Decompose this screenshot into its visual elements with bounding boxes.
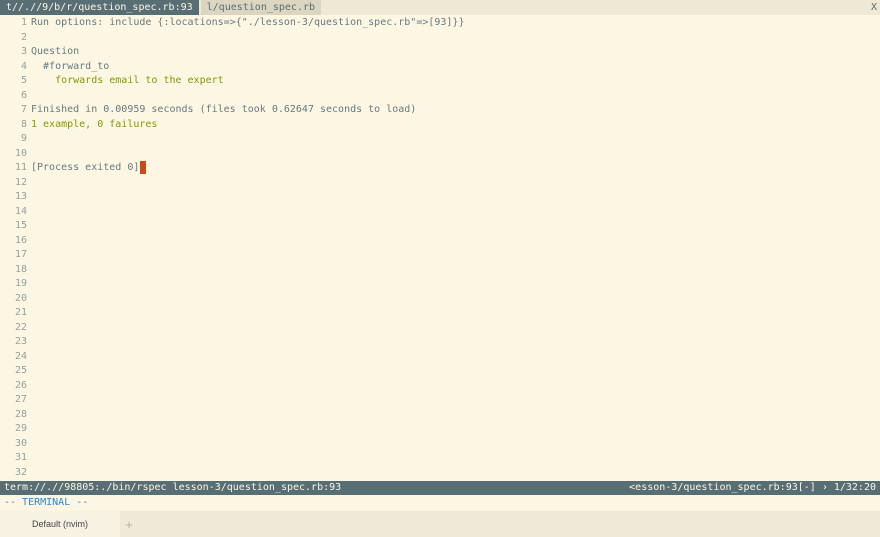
line-number: 24 <box>14 350 27 362</box>
buffer-line: 19 <box>0 277 880 292</box>
line-number: 26 <box>14 379 27 391</box>
tab-question-spec-file[interactable]: l/question_spec.rb <box>200 0 322 15</box>
buffer-line: 28 <box>0 408 880 423</box>
line-number: 14 <box>14 205 27 217</box>
line-number: 6 <box>20 89 27 101</box>
line-number: 25 <box>14 365 27 376</box>
line-text: [Process exited 0] <box>31 162 140 173</box>
line-number: 29 <box>14 423 27 434</box>
line-number: 9 <box>20 133 27 144</box>
line-number: 3 <box>20 46 27 57</box>
buffer-line: 30 <box>0 437 880 452</box>
line-number: 4 <box>20 60 27 72</box>
line-number: 19 <box>14 278 27 289</box>
line-number: 15 <box>14 220 27 231</box>
buffer-line: 21 <box>0 306 880 321</box>
buffer-line: 5 forwards email to the expert <box>0 74 880 89</box>
mode-indicator: -- TERMINAL -- <box>4 497 89 508</box>
buffer-line: 32 <box>0 466 880 481</box>
line-number: 11 <box>14 162 27 173</box>
line-text: #forward_to <box>31 60 110 72</box>
line-number: 28 <box>14 408 27 420</box>
buffer-line: 4 #forward_to <box>0 60 880 75</box>
add-tab-icon[interactable]: + <box>120 511 138 537</box>
buffer-line: 8 1 example, 0 failures <box>0 118 880 133</box>
buffer-line: 6 <box>0 89 880 104</box>
statusline-filename: term://.//98805:./bin/rspec lesson-3/que… <box>4 482 342 493</box>
line-text: 1 example, 0 failures <box>31 118 158 130</box>
buffer-line: 20 <box>0 292 880 307</box>
buffer-line: 17 <box>0 248 880 263</box>
line-number: 7 <box>20 104 27 115</box>
buffer-line: 18 <box>0 263 880 278</box>
line-number: 32 <box>14 466 27 478</box>
buffer-line: 7 Finished in 0.00959 seconds (files took… <box>0 103 880 118</box>
buffer-line: 22 <box>0 321 880 336</box>
line-number: 8 <box>20 118 27 130</box>
buffer-line: 27 <box>0 393 880 408</box>
statusline: term://.//98805:./bin/rspec lesson-3/que… <box>0 481 880 495</box>
buffer-line: 23 <box>0 335 880 350</box>
line-number: 1 <box>20 17 27 28</box>
buffer-line: 1 Run options: include {:locations=>{"./l… <box>0 16 880 31</box>
buffer-line: 29 <box>0 422 880 437</box>
terminal-tab-bar: Default (nvim) + <box>0 511 880 537</box>
terminal-tab-default[interactable]: Default (nvim) <box>0 511 120 537</box>
buffer-line: 2 <box>0 31 880 46</box>
terminal-tab-label: Default (nvim) <box>31 519 88 529</box>
buffer-line: 11 [Process exited 0] <box>0 161 880 176</box>
buffer-line: 26 <box>0 379 880 394</box>
line-number: 12 <box>14 176 27 188</box>
line-number: 21 <box>14 307 27 318</box>
tab-question-spec-terminal[interactable]: t//.//9/b/r/question_spec.rb:93 <box>0 0 199 15</box>
close-icon[interactable]: X <box>871 0 877 15</box>
line-number: 27 <box>14 394 27 405</box>
tabline: t//.//9/b/r/question_spec.rb:93 l/questi… <box>0 0 880 15</box>
line-text: Run options: include {:locations=>{"./le… <box>31 17 465 28</box>
line-text: forwards email to the expert <box>31 75 224 86</box>
line-number: 18 <box>14 263 27 275</box>
buffer-line: 31 <box>0 451 880 466</box>
line-number: 16 <box>14 234 27 246</box>
buffer-line: 12 <box>0 176 880 191</box>
line-text: Question <box>31 46 80 57</box>
line-number: 13 <box>14 191 27 202</box>
statusline-position: <esson-3/question_spec.rb:93[-] › 1/32:2… <box>629 482 876 493</box>
line-number: 30 <box>14 437 27 449</box>
line-text: Finished in 0.00959 seconds (files took … <box>31 104 417 115</box>
buffer-line: 14 <box>0 205 880 220</box>
buffer-line: 15 <box>0 219 880 234</box>
buffer-line: 10 <box>0 147 880 162</box>
buffer-line: 25 <box>0 364 880 379</box>
cursor <box>140 161 147 174</box>
line-number: 20 <box>14 292 27 304</box>
line-number: 17 <box>14 249 27 260</box>
buffer-line: 24 <box>0 350 880 365</box>
buffer-line: 16 <box>0 234 880 249</box>
buffer-line: 9 <box>0 132 880 147</box>
line-number: 22 <box>14 321 27 333</box>
line-number: 5 <box>20 75 27 86</box>
line-number: 31 <box>14 452 27 463</box>
buffer-line: 3 Question <box>0 45 880 60</box>
line-number: 10 <box>14 147 27 159</box>
terminal-buffer[interactable]: 1 Run options: include {:locations=>{"./l… <box>0 16 880 481</box>
line-number: 23 <box>14 336 27 347</box>
line-number: 2 <box>20 31 27 43</box>
buffer-line: 13 <box>0 190 880 205</box>
